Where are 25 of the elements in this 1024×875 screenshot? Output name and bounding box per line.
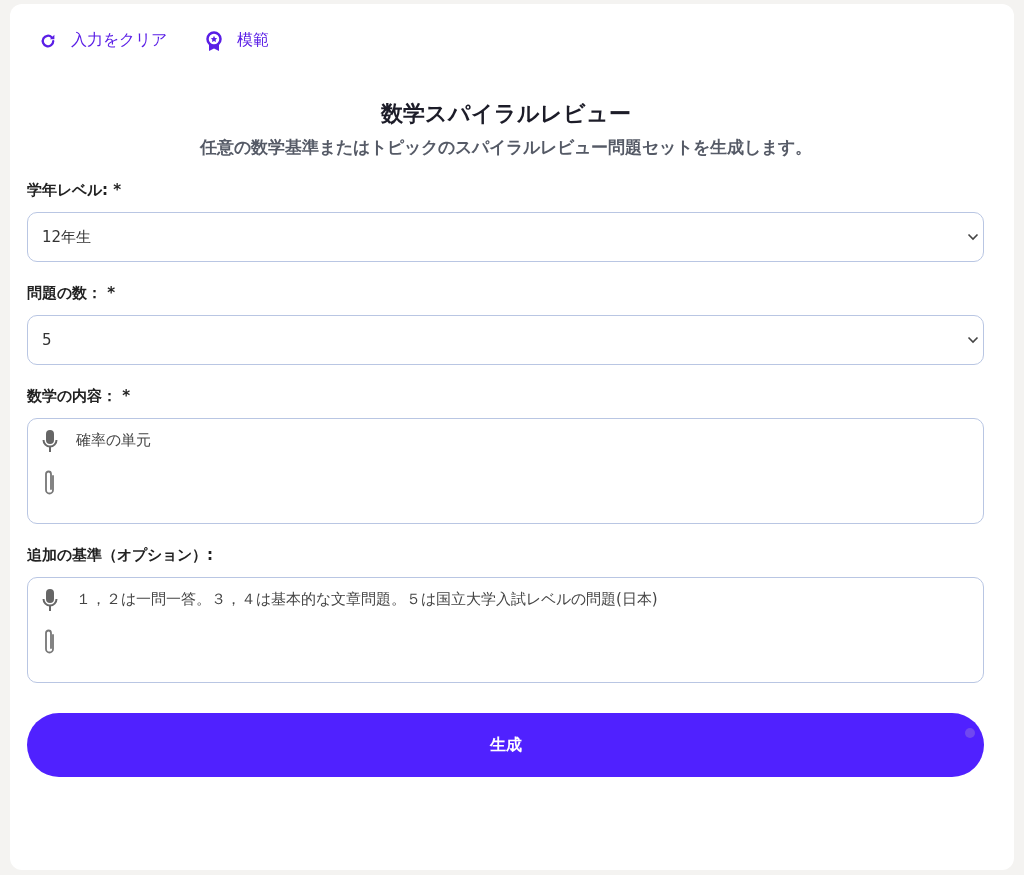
- clear-input-button[interactable]: 入力をクリア: [35, 26, 171, 55]
- select-value: 5: [42, 331, 52, 349]
- chevron-down-icon: [967, 336, 979, 344]
- field-label: 問題の数： *: [27, 284, 117, 303]
- microphone-icon: [42, 429, 58, 453]
- paperclip-icon: [43, 628, 57, 656]
- text-area-value: 確率の単元: [76, 431, 151, 450]
- example-button[interactable]: 模範: [201, 26, 273, 55]
- field-label: 追加の基準（オプション）:: [27, 546, 214, 565]
- field-label: 数学の内容： *: [27, 387, 132, 406]
- paperclip-icon: [43, 469, 57, 497]
- select-value: 12年生: [42, 227, 92, 247]
- chevron-down-icon: [967, 233, 979, 241]
- text-area-field[interactable]: 確率の単元: [27, 418, 984, 524]
- generate-button[interactable]: 生成: [27, 713, 984, 777]
- text-area-value: １，２は一問一答。３，４は基本的な文章問題。５は国立大学入試レベルの問題(日本): [76, 590, 658, 609]
- page-subtitle: 任意の数学基準またはトピックのスパイラルレビュー問題セットを生成します。: [198, 137, 813, 159]
- page-title: 数学スパイラルレビュー: [379, 100, 632, 128]
- award-ribbon-icon: [205, 30, 223, 51]
- select-field[interactable]: 5: [27, 315, 984, 365]
- resize-dot: [965, 728, 975, 738]
- select-field[interactable]: 12年生: [27, 212, 984, 262]
- text-area-field[interactable]: １，２は一問一答。３，４は基本的な文章問題。５は国立大学入試レベルの問題(日本): [27, 577, 984, 683]
- microphone-icon: [42, 588, 58, 612]
- field-label: 学年レベル: *: [27, 181, 123, 200]
